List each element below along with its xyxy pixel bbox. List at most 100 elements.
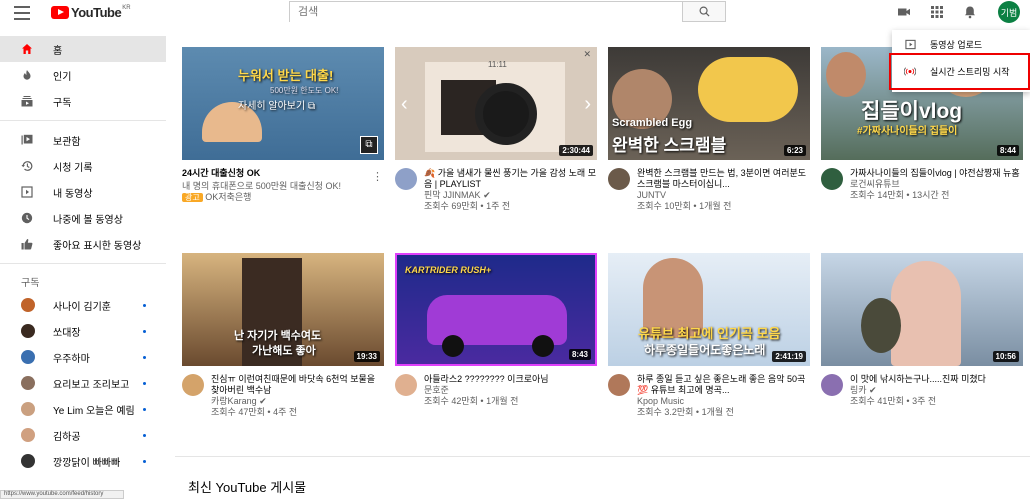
- video-thumbnail[interactable]: KARTRIDER RUSH+ 8:43: [395, 253, 597, 366]
- open-link-icon[interactable]: ⧉: [360, 136, 378, 154]
- menu-item-label: 동영상 업로드: [930, 39, 983, 50]
- video-title[interactable]: 이 맛에 낚시하는구나.....진짜 미쳤다: [850, 374, 986, 385]
- video-thumbnail[interactable]: 누워서 받는 대출! 500만원 한도도 OK! 자세히 알아보기 ⧉ ⧉: [182, 47, 384, 160]
- channel-name[interactable]: 핀막 JJINMAK ✔: [424, 190, 597, 201]
- channel-avatar[interactable]: [821, 168, 843, 190]
- video-title[interactable]: 가짜사나이들의 집들이vlog | 야전삽짱재 뉴홈: [850, 168, 1020, 179]
- video-card[interactable]: 난 자기가 백수여도 가난해도 좋아 19:33 진심ㅠ 이런여친때문에 바닷속…: [182, 253, 384, 418]
- video-duration: 2:30:44: [559, 145, 593, 156]
- sidebar-item-subscriptions[interactable]: 구독: [0, 88, 166, 114]
- channel-avatar: [21, 428, 35, 442]
- video-title[interactable]: 아들라스2 ???????? 이크로아님: [424, 374, 549, 385]
- upload-video-icon: [904, 39, 916, 50]
- close-icon[interactable]: ✕: [583, 49, 591, 60]
- video-card[interactable]: 유튜브 최고에 인기곡 모음 하루종일들어도좋은노래 2:41:19 하루 종일…: [608, 253, 810, 418]
- ad-subline: 500만원 한도도 OK!: [270, 86, 339, 95]
- video-title[interactable]: 진심ㅠ 이런여친때문에 바닷속 6천억 보물을 찾아버린 백수남: [211, 374, 384, 396]
- create-video-icon[interactable]: [897, 5, 911, 19]
- highlight-box: [889, 53, 1030, 90]
- channel-name[interactable]: 로건씨유튜브: [850, 179, 1020, 190]
- sidebar-subscription[interactable]: 김하공: [0, 422, 166, 448]
- video-duration: 8:43: [568, 349, 591, 360]
- sidebar-subscription[interactable]: 쏘대장: [0, 318, 166, 344]
- new-content-dot: [143, 329, 146, 333]
- account-avatar[interactable]: 기범: [998, 1, 1020, 23]
- sidebar-item-watch-later[interactable]: 나중에 볼 동영상: [0, 205, 166, 231]
- channel-avatar: [21, 376, 35, 390]
- channel-avatar[interactable]: [821, 374, 843, 396]
- channel-avatar: [21, 454, 35, 468]
- video-duration: 2:41:19: [772, 351, 806, 362]
- sidebar-item-your-videos[interactable]: 내 동영상: [0, 179, 166, 205]
- channel-avatar[interactable]: [395, 374, 417, 396]
- menu-icon[interactable]: [14, 6, 30, 20]
- scrambled-egg-image: [698, 57, 798, 122]
- video-title[interactable]: 완벽한 스크램블 만드는 법, 3분이면 여러분도 스크램블 마스터이십니...: [637, 168, 810, 190]
- new-content-dot: [143, 355, 146, 359]
- sidebar-item-history[interactable]: 시청 기록: [0, 153, 166, 179]
- video-title[interactable]: 🍂 가을 냄새가 물씬 풍기는 가을 감성 노래 모음 | PLAYLIST: [424, 168, 597, 190]
- channel-avatar[interactable]: [608, 374, 630, 396]
- sidebar-item-home[interactable]: 홈: [0, 36, 166, 62]
- more-actions-icon[interactable]: ⋮: [372, 170, 383, 183]
- ad-description: 내 명의 휴대폰으로 500만원 대출신청 OK!: [182, 181, 341, 191]
- channel-avatar[interactable]: [182, 374, 204, 396]
- sidebar-subscription[interactable]: Ye Lim 오늘은 예림: [0, 396, 166, 422]
- sidebar-subscription[interactable]: 우주하마: [0, 344, 166, 370]
- sidebar-subscription[interactable]: 깡깡닭이 빠빠빠: [0, 448, 166, 474]
- video-thumbnail[interactable]: 난 자기가 백수여도 가난해도 좋아 19:33: [182, 253, 384, 366]
- new-content-dot: [143, 381, 146, 385]
- video-card[interactable]: 10:56 이 맛에 낚시하는구나.....진짜 미쳤다 링카 ✔ 조회수 41…: [821, 253, 1023, 407]
- search-icon: [699, 6, 710, 17]
- video-card[interactable]: 11:11 ‹ › ✕ 2:30:44 🍂 가을 냄새가 물씬 풍기는 가을 감…: [395, 47, 597, 212]
- your-videos-icon: [21, 186, 33, 198]
- watch-later-icon: [21, 212, 33, 224]
- sidebar-item-trending[interactable]: 인기: [0, 62, 166, 88]
- video-thumbnail[interactable]: Scrambled Egg 완벽한 스크램블 6:23: [608, 47, 810, 160]
- channel-name[interactable]: Kpop Music: [637, 396, 810, 407]
- subscription-label: 깡깡닭이 빠빠빠: [53, 457, 121, 469]
- youtube-logo[interactable]: YouTube KR: [51, 5, 131, 20]
- section-divider: [175, 456, 1030, 457]
- video-card[interactable]: KARTRIDER RUSH+ 8:43 아들라스2 ???????? 이크로아…: [395, 253, 597, 407]
- video-card[interactable]: Scrambled Egg 완벽한 스크램블 6:23 완벽한 스크램블 만드는…: [608, 47, 810, 212]
- search-box[interactable]: [289, 1, 682, 22]
- search-input[interactable]: [290, 2, 682, 22]
- video-thumbnail[interactable]: 10:56: [821, 253, 1023, 366]
- channel-name[interactable]: JUNTV: [637, 190, 810, 201]
- sidebar-divider: [0, 263, 166, 264]
- video-thumbnail[interactable]: 11:11 ‹ › ✕ 2:30:44: [395, 47, 597, 160]
- ad-card[interactable]: 누워서 받는 대출! 500만원 한도도 OK! 자세히 알아보기 ⧉ ⧉ 24…: [182, 47, 384, 203]
- liked-icon: [21, 238, 33, 250]
- sidebar-subscription[interactable]: 요리보고 조리보고: [0, 370, 166, 396]
- logo-region: KR: [122, 4, 131, 11]
- subscription-label: 쏘대장: [53, 327, 81, 339]
- sidebar-subscription[interactable]: 사나이 김기훈: [0, 292, 166, 318]
- sidebar-item-label: 좋아요 표시한 동영상: [53, 240, 142, 252]
- sidebar-item-liked[interactable]: 좋아요 표시한 동영상: [0, 231, 166, 257]
- chevron-right-icon[interactable]: ›: [584, 93, 591, 116]
- vinyl-record: [475, 83, 537, 145]
- video-title[interactable]: 24시간 대출신청 OK: [182, 168, 341, 179]
- new-content-dot: [143, 433, 146, 437]
- apps-icon[interactable]: [930, 5, 944, 19]
- search-button[interactable]: [682, 1, 726, 22]
- channel-name[interactable]: 문호준: [424, 385, 549, 396]
- channel-name[interactable]: 카랑Karang ✔: [211, 396, 384, 407]
- channel-avatar[interactable]: [395, 168, 417, 190]
- video-stats: 조회수 10만회 • 1개월 전: [637, 201, 732, 211]
- thumbnail-subcaption: 하루종일들어도좋은노래: [644, 343, 766, 357]
- video-title[interactable]: 하루 종일 듣고 싶은 좋은노래 좋은 음악 50곡 💯 유튜브 최고에 명곡.…: [637, 374, 810, 396]
- game-logo: KARTRIDER RUSH+: [405, 265, 492, 275]
- chevron-left-icon[interactable]: ‹: [401, 93, 408, 116]
- video-stats: 조회수 47만회 • 4주 전: [211, 407, 298, 417]
- ad-headline: 누워서 받는 대출!: [238, 68, 334, 83]
- video-thumbnail[interactable]: 유튜브 최고에 인기곡 모음 하루종일들어도좋은노래 2:41:19: [608, 253, 810, 366]
- video-stats: 조회수 69만회 • 1주 전: [424, 201, 511, 211]
- sidebar-item-library[interactable]: 보관함: [0, 127, 166, 153]
- notifications-bell-icon[interactable]: [963, 5, 977, 19]
- subscription-label: 사나이 김기훈: [53, 301, 111, 313]
- ad-cta[interactable]: 자세히 알아보기 ⧉: [238, 97, 315, 112]
- channel-name[interactable]: 링카 ✔: [850, 385, 986, 396]
- channel-avatar[interactable]: [608, 168, 630, 190]
